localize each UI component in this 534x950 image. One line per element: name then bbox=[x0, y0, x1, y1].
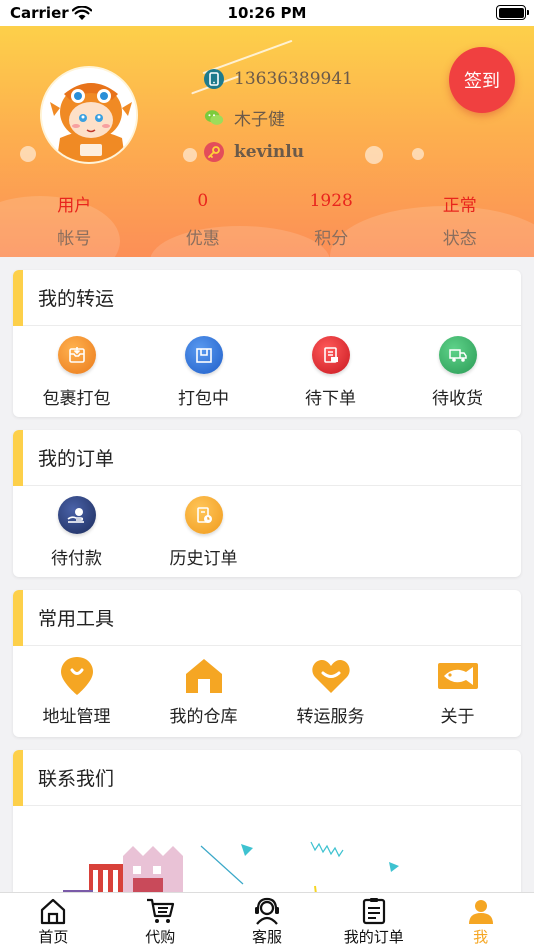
tab-label: 我 bbox=[473, 928, 489, 946]
phone-icon bbox=[204, 69, 224, 89]
stat-label: 帐号 bbox=[57, 229, 92, 249]
stat-value: 正常 bbox=[442, 196, 477, 216]
stat-coupons[interactable]: 0 优惠 bbox=[139, 191, 268, 249]
grid-label: 待付款 bbox=[51, 549, 102, 569]
package-pack-button[interactable]: 包裹打包 bbox=[13, 326, 140, 416]
pending-payment-button[interactable]: 待付款 bbox=[13, 486, 140, 576]
order-history-button[interactable]: 历史订单 bbox=[140, 486, 267, 576]
tools-card: 常用工具 地址管理 我的仓库 转运服务 关于 bbox=[13, 590, 521, 737]
tab-label: 客服 bbox=[251, 928, 282, 946]
pending-payment-icon bbox=[57, 496, 96, 534]
stat-value: 1928 bbox=[309, 191, 353, 211]
grid-label: 待收货 bbox=[432, 389, 483, 409]
profile-header: 13636389941 木子健 kevinlu 签到 用户 帐号 0 优惠 19… bbox=[0, 26, 534, 257]
phone-row: 13636389941 bbox=[204, 69, 353, 89]
status-bar: Carrier 10:26 PM bbox=[0, 0, 534, 26]
cart-icon bbox=[145, 896, 175, 926]
heart-icon bbox=[309, 654, 353, 698]
my-warehouse-button[interactable]: 我的仓库 bbox=[140, 646, 267, 736]
user-icon bbox=[466, 896, 496, 926]
cartoon-avatar-image bbox=[42, 68, 136, 162]
warehouse-icon bbox=[182, 654, 226, 698]
tab-purchase[interactable]: 代购 bbox=[107, 893, 214, 950]
about-button[interactable]: 关于 bbox=[394, 646, 521, 736]
stat-status[interactable]: 正常 状态 bbox=[396, 191, 525, 249]
awaiting-receipt-button[interactable]: 待收货 bbox=[394, 326, 521, 416]
packing-box-icon bbox=[184, 336, 223, 374]
wechat-icon bbox=[204, 108, 224, 128]
phone-number: 13636389941 bbox=[234, 69, 353, 89]
grid-label: 关于 bbox=[440, 707, 475, 727]
bottom-tab-bar: 首页 代购 客服 我的订单 我 bbox=[0, 892, 534, 950]
user-name: 木子健 bbox=[234, 110, 285, 130]
grid-label: 转运服务 bbox=[296, 707, 365, 727]
transport-service-button[interactable]: 转运服务 bbox=[267, 646, 394, 736]
grid-label: 地址管理 bbox=[42, 707, 111, 727]
orders-card: 我的订单 待付款 历史订单 bbox=[13, 430, 521, 577]
name-row: 木子健 bbox=[204, 105, 285, 130]
username: kevinlu bbox=[234, 142, 305, 162]
location-pin-icon bbox=[55, 654, 99, 698]
tab-home[interactable]: 首页 bbox=[0, 893, 107, 950]
support-headset-icon bbox=[252, 896, 282, 926]
stat-label: 状态 bbox=[442, 229, 477, 249]
tab-label: 代购 bbox=[145, 928, 176, 946]
grid-label: 包裹打包 bbox=[42, 389, 111, 409]
package-pack-icon bbox=[57, 336, 96, 374]
tab-label: 首页 bbox=[38, 928, 69, 946]
stat-label: 积分 bbox=[314, 229, 349, 249]
address-management-button[interactable]: 地址管理 bbox=[13, 646, 140, 736]
username-row: kevinlu bbox=[204, 142, 304, 162]
tab-me[interactable]: 我 bbox=[427, 893, 534, 950]
key-icon bbox=[204, 142, 224, 162]
packing-button[interactable]: 打包中 bbox=[140, 326, 267, 416]
avatar[interactable] bbox=[40, 66, 138, 164]
home-icon bbox=[38, 896, 68, 926]
pending-order-button[interactable]: 待下单 bbox=[267, 326, 394, 416]
stat-account[interactable]: 用户 帐号 bbox=[10, 191, 139, 249]
grid-label: 我的仓库 bbox=[169, 707, 238, 727]
transport-card: 我的转运 包裹打包 打包中 待下单 待收货 bbox=[13, 270, 521, 417]
tab-label: 我的订单 bbox=[343, 928, 404, 946]
signin-button[interactable]: 签到 bbox=[449, 47, 515, 113]
transport-title: 我的转运 bbox=[13, 270, 521, 326]
battery-icon bbox=[496, 5, 529, 20]
contact-card: 联系我们 bbox=[13, 750, 521, 910]
pending-order-icon bbox=[311, 336, 350, 374]
fish-icon bbox=[436, 654, 480, 698]
awaiting-receipt-icon bbox=[438, 336, 477, 374]
grid-label: 待下单 bbox=[305, 389, 356, 409]
orders-list-icon bbox=[359, 896, 389, 926]
stat-value: 0 bbox=[197, 191, 209, 211]
grid-label: 打包中 bbox=[178, 389, 229, 409]
tab-support[interactable]: 客服 bbox=[214, 893, 321, 950]
clock: 10:26 PM bbox=[227, 4, 307, 22]
stats-row: 用户 帐号 0 优惠 1928 积分 正常 状态 bbox=[10, 191, 524, 249]
contact-title: 联系我们 bbox=[13, 750, 521, 806]
order-history-icon bbox=[184, 496, 223, 534]
stat-points[interactable]: 1928 积分 bbox=[267, 191, 396, 249]
tools-title: 常用工具 bbox=[13, 590, 521, 646]
tab-my-orders[interactable]: 我的订单 bbox=[320, 893, 427, 950]
grid-label: 历史订单 bbox=[169, 549, 238, 569]
stat-label: 优惠 bbox=[185, 229, 220, 249]
orders-title: 我的订单 bbox=[13, 430, 521, 486]
stat-value: 用户 bbox=[57, 196, 92, 216]
